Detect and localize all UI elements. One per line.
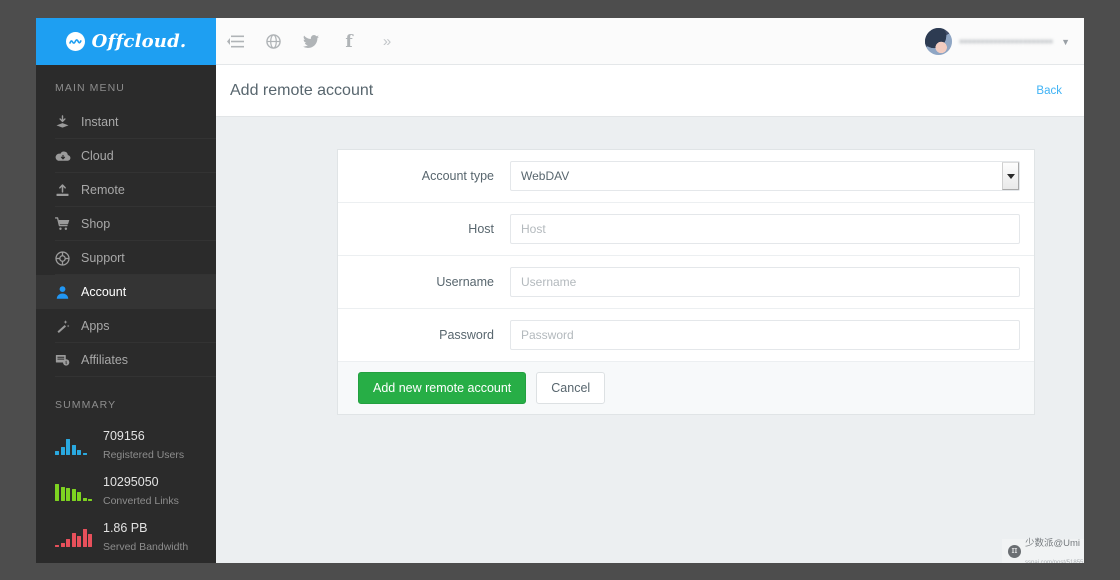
upload-icon <box>55 183 81 198</box>
summary-value: 10295050 <box>103 475 159 489</box>
form-row-password: Password <box>338 309 1034 362</box>
username-label: •••••••••••••••••••••• <box>959 35 1054 48</box>
app-window: Offcloud. f » •••••••••••••••••••••• ▼ M… <box>36 18 1084 563</box>
sidebar-summary-heading: SUMMARY <box>55 399 117 411</box>
sidebar-item-label: Instant <box>81 115 119 129</box>
summary-label: Registered Users <box>103 449 185 461</box>
chevron-down-icon: ▼ <box>1061 36 1070 47</box>
add-remote-account-form: Account type WebDAV Host Username Passwo… <box>337 149 1035 415</box>
summary-item-served-bandwidth: 1.86 PB Served Bandwidth <box>36 514 216 560</box>
sidebar-item-label: Remote <box>81 183 125 197</box>
sidebar-item-label: Cloud <box>81 149 114 163</box>
watermark-url: sspai.com/post/51855 <box>1025 560 1084 563</box>
chevron-double-right-icon[interactable]: » <box>368 18 406 65</box>
summary-item-converted-links: 10295050 Converted Links <box>36 468 216 514</box>
sidebar-item-remote[interactable]: Remote <box>36 173 216 207</box>
username-label: Username <box>436 275 494 289</box>
bar-sparkline-icon <box>55 527 99 547</box>
magic-wand-icon <box>55 319 81 334</box>
sidebar-item-cloud[interactable]: Cloud <box>36 139 216 173</box>
host-input[interactable] <box>510 214 1020 244</box>
brand-logo-area[interactable]: Offcloud. <box>36 18 216 65</box>
sidebar-main-menu-heading: MAIN MENU <box>55 82 125 94</box>
password-label: Password <box>439 328 494 342</box>
globe-icon[interactable] <box>254 18 292 65</box>
account-type-select[interactable]: WebDAV <box>510 161 1020 191</box>
watermark-badge-icon: π <box>1008 544 1021 558</box>
host-label: Host <box>468 222 494 236</box>
sidebar-item-instant[interactable]: Instant <box>36 105 216 139</box>
form-row-username: Username <box>338 256 1034 309</box>
top-bar: Offcloud. f » •••••••••••••••••••••• ▼ <box>36 18 1084 65</box>
sidebar-item-shop[interactable]: Shop <box>36 207 216 241</box>
cancel-button[interactable]: Cancel <box>536 372 606 404</box>
form-row-account-type: Account type WebDAV <box>338 150 1034 203</box>
cloud-download-icon <box>55 150 81 163</box>
bar-sparkline-icon <box>55 435 99 455</box>
sidebar-item-account[interactable]: Account <box>36 275 216 309</box>
summary-label: Converted Links <box>103 495 179 507</box>
top-bar-icon-group: f » <box>216 18 406 65</box>
back-link[interactable]: Back <box>1036 85 1062 97</box>
password-input[interactable] <box>510 320 1020 350</box>
sidebar-item-affiliates[interactable]: $ Affiliates <box>36 343 216 377</box>
page-header: Add remote account Back <box>216 65 1084 117</box>
sidebar-item-support[interactable]: Support <box>36 241 216 275</box>
summary-value: 1.86 PB <box>103 521 148 535</box>
summary-value: 709156 <box>103 429 145 443</box>
summary-label: Served Bandwidth <box>103 541 189 553</box>
sidebar: MAIN MENU Instant Cloud Remote Shop Supp… <box>36 65 216 563</box>
summary-item-registered-users: 709156 Registered Users <box>36 422 216 468</box>
lifebuoy-icon <box>55 250 81 266</box>
user-menu[interactable]: •••••••••••••••••••••• ▼ <box>924 18 1070 65</box>
watermark-title: 少数派@Umi <box>1025 538 1081 549</box>
facebook-icon[interactable]: f <box>330 18 368 65</box>
money-bill-icon: $ <box>55 353 81 367</box>
sidebar-item-label: Apps <box>81 319 110 333</box>
sidebar-item-label: Affiliates <box>81 353 129 367</box>
user-icon <box>55 285 81 300</box>
username-input[interactable] <box>510 267 1020 297</box>
avatar <box>924 28 952 55</box>
sidebar-toggle-icon[interactable] <box>216 18 254 65</box>
form-row-host: Host <box>338 203 1034 256</box>
offcloud-wave-logo-icon <box>65 32 85 51</box>
sidebar-item-label: Support <box>81 251 125 265</box>
svg-text:$: $ <box>65 360 68 366</box>
twitter-icon[interactable] <box>292 18 330 65</box>
shopping-cart-icon <box>55 217 81 231</box>
sidebar-item-apps[interactable]: Apps <box>36 309 216 343</box>
watermark: π 少数派@Umi sspai.com/post/51855 <box>1002 539 1084 563</box>
form-footer: Add new remote account Cancel <box>338 362 1034 414</box>
page-title: Add remote account <box>230 81 374 99</box>
sidebar-item-label: Account <box>81 285 127 299</box>
sidebar-item-label: Shop <box>81 217 111 231</box>
add-new-remote-account-button[interactable]: Add new remote account <box>358 372 527 404</box>
account-type-select-wrapper[interactable]: WebDAV <box>510 161 1020 191</box>
account-type-label: Account type <box>421 169 494 183</box>
bar-sparkline-icon <box>55 481 99 501</box>
content-area: Add remote account Back Account type Web… <box>216 65 1084 563</box>
brand-name: Offcloud. <box>91 31 187 52</box>
instant-download-icon <box>55 114 81 130</box>
